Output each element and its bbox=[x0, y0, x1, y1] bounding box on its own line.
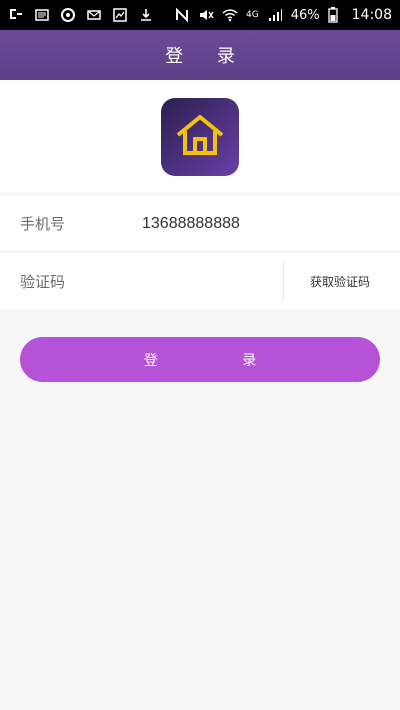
news-icon bbox=[34, 7, 50, 23]
status-right-icons: 4G 46% 14:08 bbox=[174, 7, 392, 23]
mute-icon bbox=[198, 7, 214, 23]
stats-icon bbox=[112, 7, 128, 23]
download-icon bbox=[138, 7, 154, 23]
signal-icon bbox=[267, 7, 283, 23]
code-row: 验证码 获取验证码 bbox=[0, 253, 400, 309]
notification-icon bbox=[8, 7, 24, 23]
logo-section bbox=[0, 80, 400, 192]
status-bar: 4G 46% 14:08 bbox=[0, 0, 400, 30]
battery-icon bbox=[327, 7, 344, 23]
login-button[interactable]: 登 录 bbox=[20, 337, 380, 382]
divider bbox=[283, 261, 284, 301]
code-input[interactable] bbox=[142, 265, 272, 297]
code-label: 验证码 bbox=[20, 272, 66, 291]
page-title: 登 录 bbox=[165, 46, 249, 67]
app-logo bbox=[161, 98, 239, 176]
phone-value[interactable]: 13688888888 bbox=[142, 215, 240, 233]
mail-icon bbox=[86, 7, 102, 23]
network-type-label: 4G bbox=[246, 10, 259, 20]
app-bar: 登 录 bbox=[0, 30, 400, 80]
clock: 14:08 bbox=[351, 7, 392, 23]
status-left-icons bbox=[8, 7, 154, 23]
wifi-icon bbox=[222, 7, 238, 23]
get-code-button[interactable]: 获取验证码 bbox=[290, 263, 390, 299]
phone-row: 手机号 13688888888 bbox=[0, 196, 400, 252]
nfc-icon bbox=[174, 7, 190, 23]
battery-percent: 46% bbox=[290, 7, 320, 23]
phone-label: 手机号 bbox=[20, 215, 66, 233]
circle-app-icon bbox=[60, 7, 76, 23]
home-icon bbox=[174, 113, 226, 161]
